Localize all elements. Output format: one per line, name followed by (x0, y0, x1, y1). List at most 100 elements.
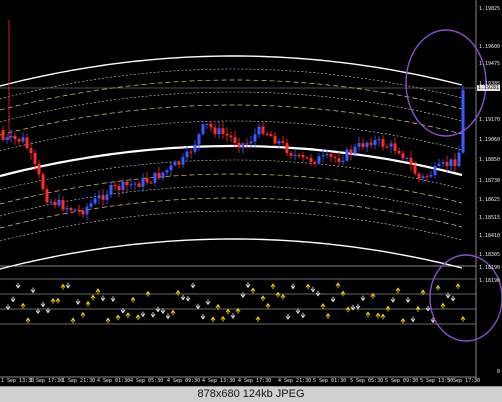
candle-body (461, 90, 465, 153)
down-arrow-signal (310, 286, 316, 293)
candle-body (285, 143, 289, 154)
candle-body (157, 172, 161, 179)
candle-body (389, 143, 393, 147)
up-arrow-signal (145, 290, 151, 297)
candle-body (265, 133, 269, 135)
up-arrow-signal (335, 282, 341, 289)
down-arrow-signal (190, 282, 196, 289)
candle-body (13, 135, 17, 140)
candle-body (105, 194, 109, 200)
down-arrow-signal (155, 306, 161, 313)
up-arrow-signal (385, 305, 391, 312)
time-tick-label: 4 Sep 01:30 (97, 378, 131, 384)
candle-body (301, 155, 305, 158)
candle-body (253, 134, 257, 142)
up-arrow-signal (70, 317, 76, 324)
down-arrow-signal (195, 303, 201, 310)
candle-body (73, 209, 77, 211)
down-arrow-signal (315, 290, 321, 297)
candle-body (193, 144, 197, 152)
up-arrow-signal (345, 306, 351, 313)
candle-body (357, 143, 361, 147)
down-arrow-signal (75, 299, 81, 305)
candle-body (277, 141, 281, 144)
candle-body (305, 157, 309, 159)
candle-body (421, 176, 425, 179)
price-tick-label: 1.19060 (478, 137, 500, 143)
candle-body (417, 173, 421, 179)
candle-body (37, 163, 41, 175)
indicator-tick-label: 0 (496, 369, 500, 375)
price-tick-label: 1.18730 (478, 178, 500, 184)
candle-body (181, 157, 185, 165)
candle-body (353, 146, 357, 154)
candle-body (29, 148, 33, 154)
time-tick-label: 4 Sep 13:30 (202, 378, 236, 384)
down-arrow-signal (445, 292, 451, 299)
up-arrow-signal (435, 284, 441, 291)
highlight-circle (405, 29, 487, 137)
image-info-bar: 878x680 124kb JPEG (0, 386, 502, 402)
candle-body (213, 127, 217, 135)
down-arrow-signal (120, 307, 126, 314)
up-arrow-signal (270, 283, 276, 290)
price-tick-label: 1.19600 (478, 44, 500, 50)
envelope-lower-outer (0, 238, 463, 270)
candle-body (429, 175, 433, 177)
down-arrow-signal (245, 282, 251, 289)
candle-body (317, 156, 321, 164)
candle-body (325, 153, 329, 156)
down-arrow-signal (300, 312, 306, 319)
down-arrow-signal (425, 305, 431, 312)
candle-body (337, 158, 341, 162)
up-arrow-signal (80, 311, 86, 318)
up-arrow-signal (60, 283, 66, 290)
down-arrow-signal (65, 282, 71, 289)
chart-window[interactable]: 1.19825 1.19600 1.19475 1.19385 1.19170 1.190… (0, 0, 502, 386)
candle-body (369, 142, 373, 145)
up-arrow-signal (55, 297, 61, 304)
candle-body (377, 139, 381, 141)
candle-body (405, 157, 409, 159)
candle-body (201, 124, 205, 135)
up-arrow-signal (260, 295, 266, 302)
candle-body (81, 210, 85, 215)
candle-body (381, 139, 385, 147)
down-arrow-signal (110, 296, 116, 303)
candle-body (45, 189, 49, 203)
down-arrow-signal (390, 296, 396, 303)
candle-body (449, 159, 453, 166)
up-arrow-signal (235, 307, 241, 314)
candle-body (41, 174, 45, 190)
candle-body (5, 137, 9, 140)
candle-body (437, 163, 441, 167)
down-arrow-signal (230, 313, 236, 319)
down-arrow-signal (450, 295, 456, 302)
candle-body (217, 128, 221, 135)
time-tick-label: 4 Sep 17:30 (238, 378, 272, 384)
candle-body (169, 165, 173, 171)
down-arrow-signal (205, 299, 211, 306)
candle-body (21, 137, 25, 142)
current-price-label: 1.19281 (476, 85, 500, 91)
candle-body (177, 162, 181, 165)
candle-body (57, 199, 61, 206)
candle-body (97, 195, 101, 199)
candle-body (425, 176, 429, 178)
up-arrow-signal (340, 290, 346, 297)
time-tick-label: 5 Sep 01:30 (313, 378, 347, 384)
candle-body (289, 153, 293, 156)
candle-body (33, 153, 37, 164)
candle-body (361, 143, 365, 148)
up-arrow-signal (375, 312, 381, 319)
candle-body (433, 166, 437, 176)
down-arrow-signal (100, 295, 106, 302)
candle-body (229, 135, 233, 138)
candle-body (233, 137, 237, 143)
envelope-dotted (0, 185, 463, 217)
candle-body (61, 199, 65, 210)
candle-body (441, 162, 445, 164)
up-arrow-signal (440, 302, 446, 309)
down-arrow-signal (355, 303, 361, 310)
up-arrow-signal (400, 317, 406, 324)
